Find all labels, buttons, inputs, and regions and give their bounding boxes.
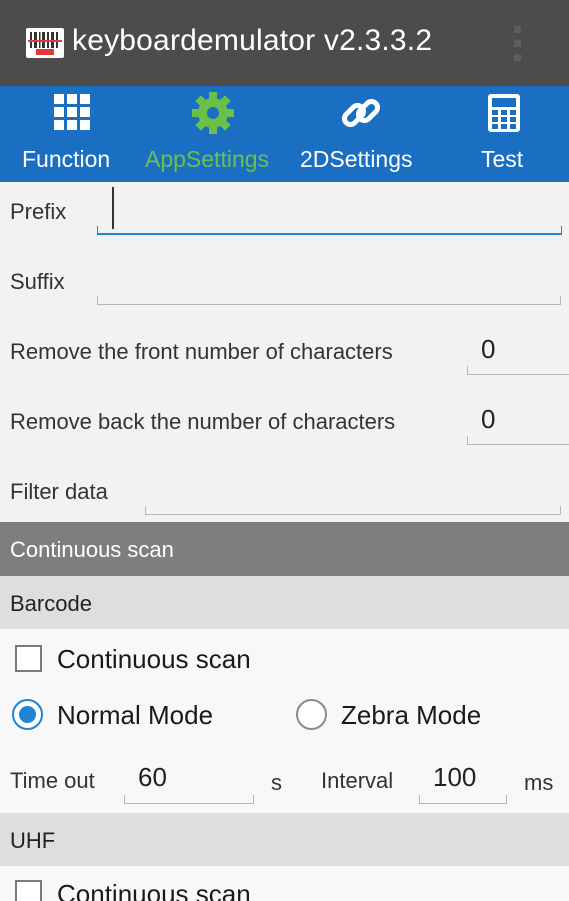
- normal-mode-radio[interactable]: [12, 699, 43, 730]
- interval-unit: ms: [524, 770, 554, 795]
- zebra-mode-radio[interactable]: [296, 699, 327, 730]
- barcode-options: Continuous scan Normal Mode Zebra Mode T…: [0, 629, 569, 813]
- uhf-continuous-checkbox[interactable]: [15, 880, 42, 901]
- link-icon: [341, 98, 381, 128]
- prefix-label: Prefix: [10, 199, 67, 224]
- tab-label: AppSettings: [145, 146, 270, 172]
- remove-back-input[interactable]: [467, 436, 569, 445]
- uhf-options: Continuous scan: [0, 866, 569, 901]
- section-title: Continuous scan: [10, 537, 174, 562]
- radio-label: Zebra Mode: [341, 700, 482, 730]
- checkbox-label: Continuous scan: [57, 644, 251, 674]
- subsection-title: UHF: [10, 828, 56, 853]
- tab-function[interactable]: Function: [0, 86, 140, 182]
- tab-2dsettings[interactable]: 2DSettings: [290, 86, 440, 182]
- overflow-menu-icon[interactable]: [512, 24, 524, 64]
- timeout-value: 60: [138, 762, 167, 792]
- grid-icon: [54, 94, 90, 130]
- remove-front-label: Remove the front number of characters: [10, 339, 393, 364]
- interval-input[interactable]: [419, 795, 507, 804]
- barcode-header: Barcode: [0, 576, 569, 629]
- suffix-label: Suffix: [10, 269, 65, 294]
- remove-back-label: Remove back the number of characters: [10, 409, 396, 434]
- filter-label: Filter data: [10, 479, 108, 504]
- tab-bar: Function AppSettings 2DSettings Test: [0, 86, 569, 182]
- filter-input[interactable]: [145, 506, 561, 515]
- timeout-label: Time out: [10, 768, 95, 793]
- subsection-title: Barcode: [10, 591, 92, 616]
- suffix-input[interactable]: [97, 296, 561, 305]
- barcode-app-icon: [26, 28, 64, 58]
- remove-front-value: 0: [481, 334, 496, 364]
- gear-icon: [192, 92, 234, 134]
- text-cursor: [112, 187, 114, 229]
- timeout-input[interactable]: [124, 795, 254, 804]
- tab-appsettings[interactable]: AppSettings: [140, 86, 290, 182]
- barcode-continuous-checkbox[interactable]: [15, 645, 42, 672]
- interval-label: Interval: [321, 768, 394, 793]
- remove-back-value: 0: [481, 404, 496, 434]
- uhf-header: UHF: [0, 813, 569, 866]
- interval-value: 100: [433, 762, 477, 792]
- app-title: keyboardemulator v2.3.3.2: [72, 24, 433, 57]
- prefix-input[interactable]: [97, 226, 562, 235]
- tab-test[interactable]: Test: [440, 86, 569, 182]
- tab-label: Function: [22, 146, 111, 172]
- tab-label: Test: [481, 146, 524, 172]
- timeout-unit: s: [271, 770, 282, 795]
- calculator-icon: [488, 94, 520, 132]
- radio-label: Normal Mode: [57, 700, 214, 730]
- remove-front-input[interactable]: [467, 366, 569, 375]
- title-bar: keyboardemulator v2.3.3.2: [0, 0, 569, 86]
- checkbox-label: Continuous scan: [57, 879, 251, 901]
- continuous-scan-header: Continuous scan: [0, 522, 569, 576]
- tab-label: 2DSettings: [300, 146, 413, 172]
